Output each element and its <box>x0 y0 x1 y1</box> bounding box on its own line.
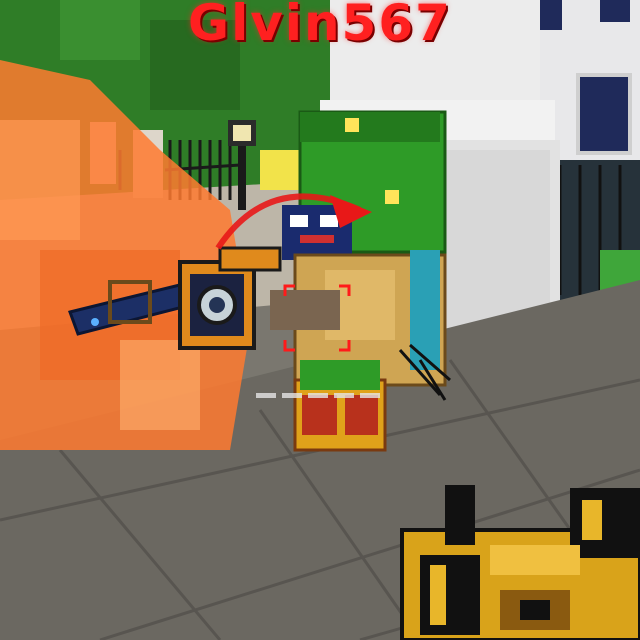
reload-indicator <box>256 393 380 398</box>
player-nametag: Glvin567 <box>188 0 452 52</box>
game-scene <box>0 0 640 640</box>
building-window <box>576 73 632 155</box>
